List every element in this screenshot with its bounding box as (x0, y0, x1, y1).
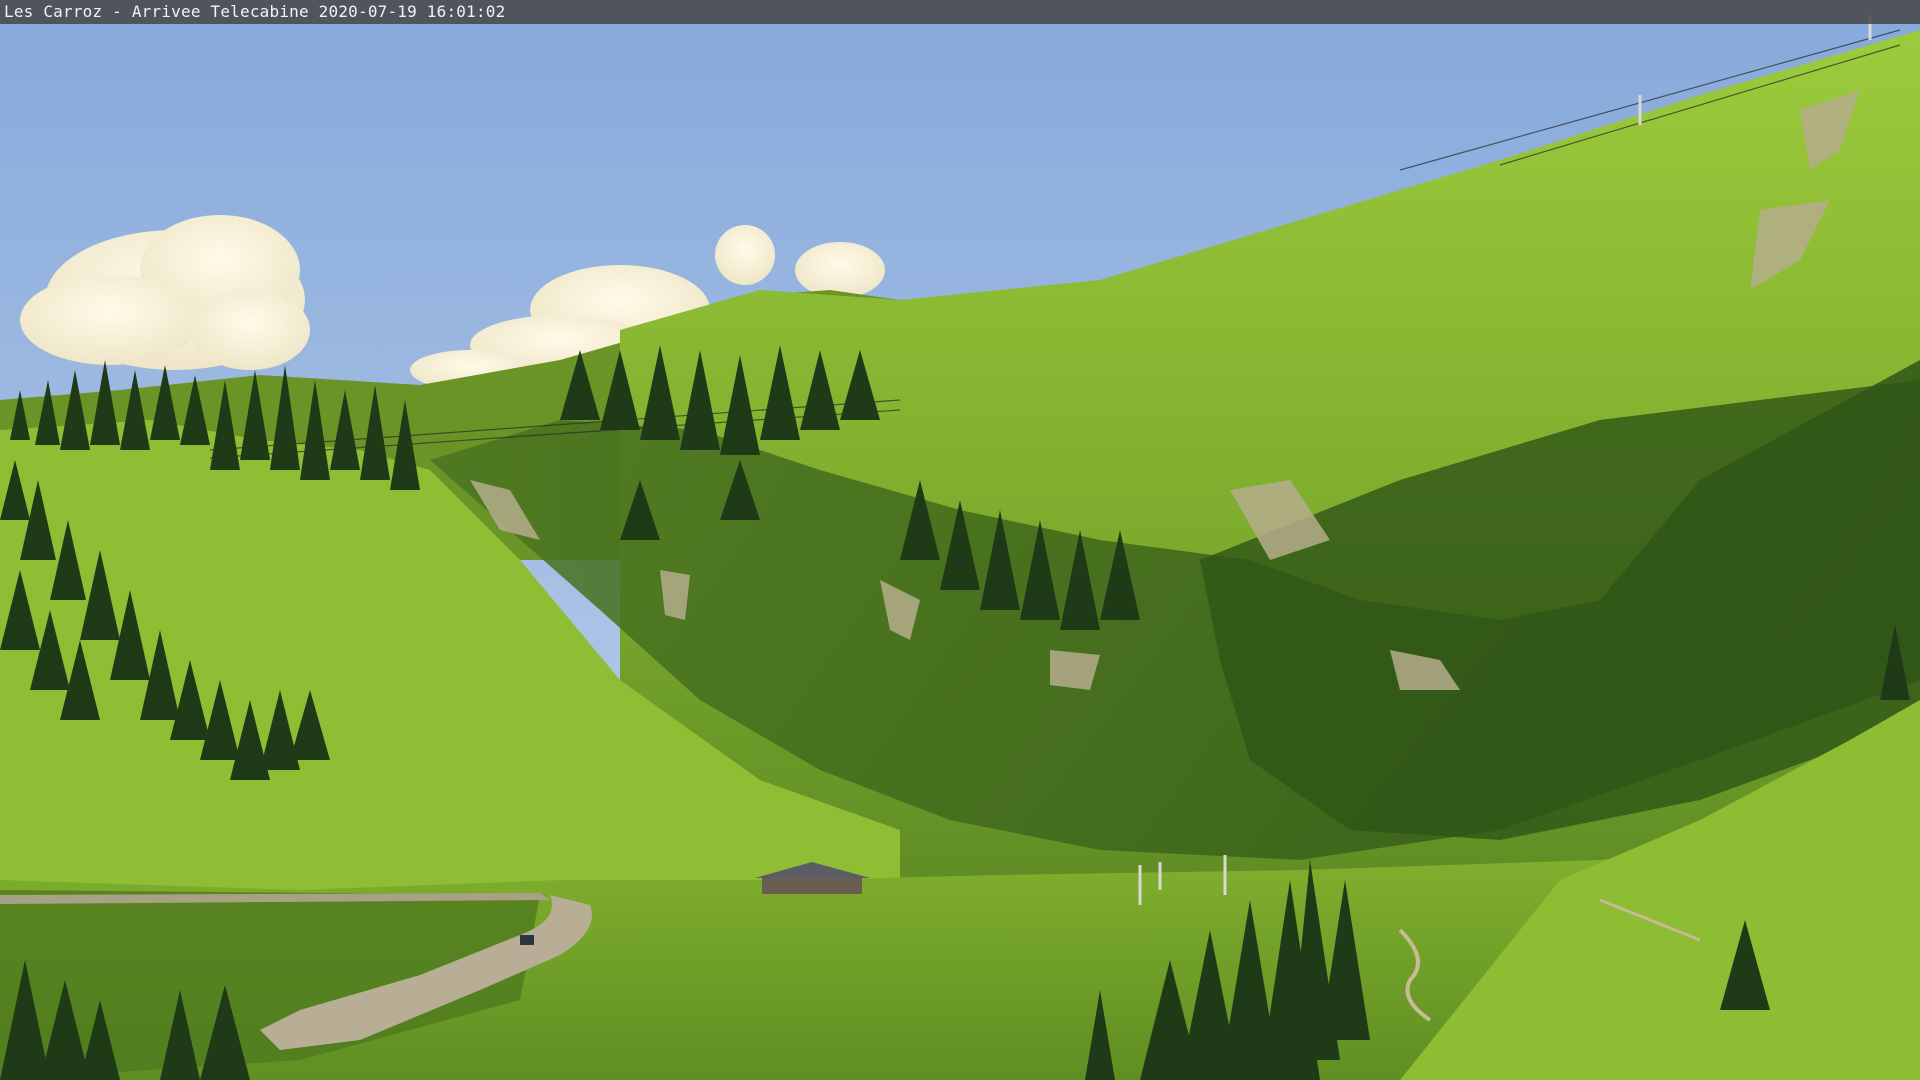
webcam-caption-bar: Les Carroz - Arrivee Telecabine 2020-07-… (0, 0, 1920, 24)
mountain-landscape-image (0, 0, 1920, 1080)
webcam-caption: Les Carroz - Arrivee Telecabine 2020-07-… (4, 2, 506, 21)
webcam-frame: Les Carroz - Arrivee Telecabine 2020-07-… (0, 0, 1920, 1080)
